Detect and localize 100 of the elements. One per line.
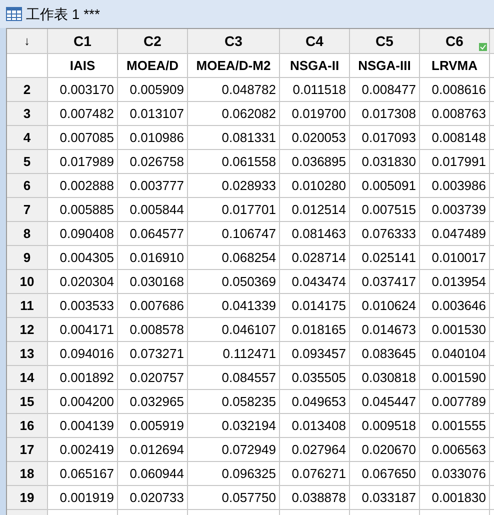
table-cell: 0.003777: [118, 174, 188, 198]
table-cell: 0.016910: [118, 246, 188, 270]
table-cell: 0.083645: [350, 342, 420, 366]
column-name[interactable]: MOEA/D: [126, 56, 178, 76]
row-number[interactable]: 4: [7, 126, 48, 150]
table-cell: 0.004139: [48, 414, 118, 438]
row-number[interactable]: 17: [7, 438, 48, 462]
row-number[interactable]: 10: [7, 270, 48, 294]
table-cell: 0.047489: [420, 222, 490, 246]
table-cell: 0.030168: [118, 270, 188, 294]
table-cell: 0.010624: [350, 294, 420, 318]
table-cell: 0.031830: [350, 150, 420, 174]
table-cell: 0.081463: [280, 222, 350, 246]
table-cell: 0.005909: [118, 78, 188, 102]
column-header[interactable]: C1: [48, 29, 118, 54]
column-header[interactable]: C6: [420, 29, 490, 54]
table-cell: 0.001892: [48, 366, 118, 390]
table-cell: 0.096325: [188, 462, 280, 486]
row-number[interactable]: 13: [7, 342, 48, 366]
table-cell: 0.007515: [350, 198, 420, 222]
table-cell: 0.020670: [350, 438, 420, 462]
table-cell: 0.017701: [188, 198, 280, 222]
table-cell: 0.093457: [280, 342, 350, 366]
column-header[interactable]: C5: [350, 29, 420, 54]
column-header[interactable]: C2: [118, 29, 188, 54]
table-cell: 0.067650: [350, 462, 420, 486]
table-cell: 0.006563: [420, 438, 490, 462]
row-number[interactable]: 9: [7, 246, 48, 270]
table-cell: 0.017991: [420, 150, 490, 174]
table-cell: 0.072949: [188, 438, 280, 462]
table-cell: 0.065167: [48, 462, 118, 486]
table-cell: 0.064577: [118, 222, 188, 246]
row-number[interactable]: 2: [7, 78, 48, 102]
corner-arrow[interactable]: ↓: [24, 32, 30, 50]
column-name[interactable]: NSGA-II: [290, 56, 340, 76]
column-name[interactable]: MOEA/D-M2: [196, 56, 271, 76]
table-cell: 0.062082: [188, 102, 280, 126]
table-cell: 0.106747: [188, 222, 280, 246]
table-cell: 0.014175: [280, 294, 350, 318]
table-cell: 0.028714: [280, 246, 350, 270]
table-cell: 0.005844: [118, 198, 188, 222]
table-icon: [6, 7, 22, 21]
table-cell: 0.005091: [350, 174, 420, 198]
table-cell: 0.001555: [420, 414, 490, 438]
row-number[interactable]: 11: [7, 294, 48, 318]
row-number[interactable]: 7: [7, 198, 48, 222]
table-cell: 0.040104: [420, 342, 490, 366]
table-cell: 0.020053: [280, 126, 350, 150]
row-number[interactable]: 14: [7, 366, 48, 390]
table-cell: 0.010986: [118, 126, 188, 150]
table-cell: 0.008148: [420, 126, 490, 150]
table-cell: 0.076333: [350, 222, 420, 246]
table-cell: 0.011518: [280, 78, 350, 102]
row-number[interactable]: 16: [7, 414, 48, 438]
table-cell: 0.008477: [350, 78, 420, 102]
table-cell: 0.018165: [280, 318, 350, 342]
check-icon: [479, 43, 487, 51]
table-cell: 0.013107: [118, 102, 188, 126]
table-cell: 0.003986: [420, 174, 490, 198]
table-cell: 0.008616: [420, 78, 490, 102]
row-number[interactable]: 15: [7, 390, 48, 414]
column-header[interactable]: C4: [280, 29, 350, 54]
table-cell: 0.005885: [48, 198, 118, 222]
table-cell: 0.041339: [188, 294, 280, 318]
table-cell: 0.010017: [420, 246, 490, 270]
column-name[interactable]: NSGA-III: [358, 56, 411, 76]
row-number[interactable]: 3: [7, 102, 48, 126]
row-number[interactable]: 12: [7, 318, 48, 342]
row-number[interactable]: 5: [7, 150, 48, 174]
table-cell: 0.001919: [48, 486, 118, 510]
table-cell: 0.014673: [350, 318, 420, 342]
table-cell: 0.003646: [420, 294, 490, 318]
row-number[interactable]: 18: [7, 462, 48, 486]
column-name[interactable]: IAIS: [70, 56, 96, 76]
table-cell: 0.001530: [420, 318, 490, 342]
table-cell: 0.033076: [420, 462, 490, 486]
table-cell: 0.001590: [420, 366, 490, 390]
table-cell: 0.004200: [48, 390, 118, 414]
table-cell: 0.028933: [188, 174, 280, 198]
column-header[interactable]: C3: [188, 29, 280, 54]
table-cell: 0.076271: [280, 462, 350, 486]
table-cell: 0.020304: [48, 270, 118, 294]
table-cell: 0.026758: [118, 150, 188, 174]
row-number[interactable]: 8: [7, 222, 48, 246]
row-number[interactable]: 19: [7, 486, 48, 510]
table-cell: 0.036895: [280, 150, 350, 174]
table-cell: 0.032965: [118, 390, 188, 414]
table-cell: 0.005919: [118, 414, 188, 438]
table-cell: 0.017093: [350, 126, 420, 150]
table-cell: 0.008578: [118, 318, 188, 342]
column-name[interactable]: LRVMA: [432, 56, 478, 76]
table-cell: 0.020733: [118, 486, 188, 510]
table-cell: 0.050369: [188, 270, 280, 294]
table-cell: 0.003170: [48, 78, 118, 102]
table-cell: 0.019700: [280, 102, 350, 126]
row-number[interactable]: 6: [7, 174, 48, 198]
table-cell: 0.010280: [280, 174, 350, 198]
table-cell: 0.058235: [188, 390, 280, 414]
table-cell: 0.027964: [280, 438, 350, 462]
table-cell: 0.057750: [188, 486, 280, 510]
